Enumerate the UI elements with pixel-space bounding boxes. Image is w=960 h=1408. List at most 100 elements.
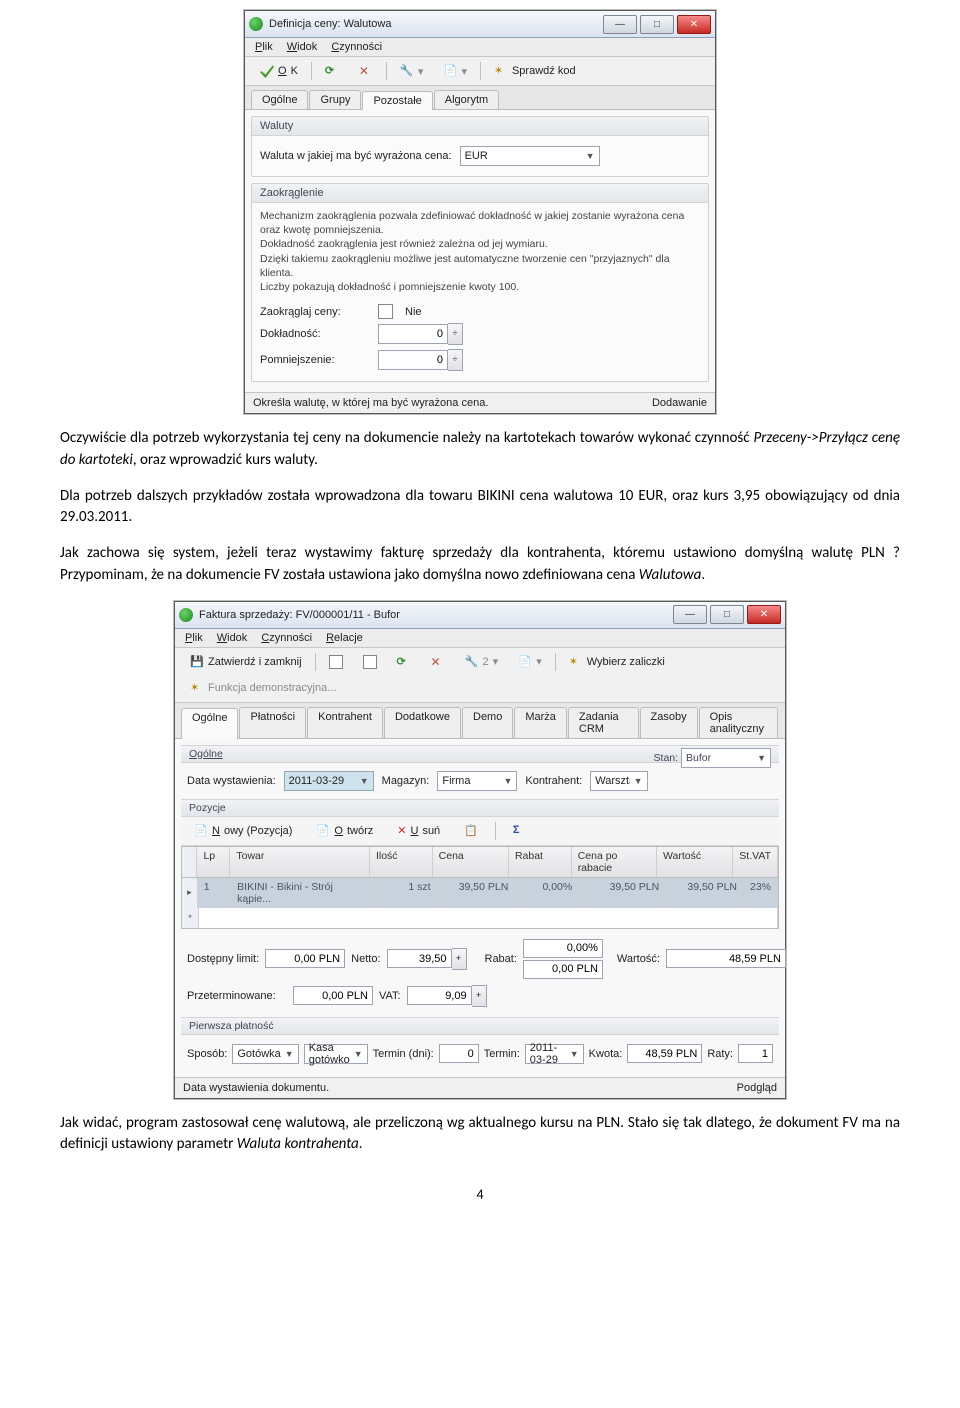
maximize-button[interactable]: □ (710, 605, 744, 624)
cancel-button[interactable] (424, 652, 452, 672)
tab-pozostale[interactable]: Pozostałe (362, 91, 432, 110)
col-ilosc[interactable]: Ilość (370, 847, 433, 877)
raty-label: Raty: (707, 1048, 733, 1060)
termin-label: Termin: (484, 1048, 520, 1060)
menu-plik[interactable]: Plik (185, 632, 203, 644)
close-button[interactable]: ✕ (747, 605, 781, 624)
table-row-new[interactable]: * (182, 908, 778, 928)
warehouse-dropdown[interactable]: Firma▼ (437, 771, 517, 791)
menu-czynnosci[interactable]: Czynności (331, 41, 382, 53)
menu-widok[interactable]: Widok (287, 41, 318, 53)
col-cpr[interactable]: Cena po rabacie (572, 847, 657, 877)
warehouse-label: Magazyn: (382, 775, 430, 787)
sposob-dropdown[interactable]: Gotówka▼ (232, 1044, 298, 1064)
tab-algorytm[interactable]: Algorytm (434, 90, 499, 109)
status-text: Określa walutę, w której ma być wyrażona… (253, 397, 488, 409)
netto-spinner[interactable]: + (387, 948, 467, 970)
tab-platnosci[interactable]: Płatności (239, 707, 306, 738)
rabat-pct[interactable] (523, 939, 603, 958)
vat-spinner[interactable]: + (407, 985, 487, 1007)
state-dropdown[interactable]: Bufor▼ (681, 748, 771, 768)
wrench-icon (465, 655, 479, 669)
sum-button[interactable] (506, 821, 534, 841)
new-position-button[interactable]: Nowy (Pozycja) (187, 821, 299, 841)
rabat-amount[interactable] (523, 960, 603, 979)
wartosc-label: Wartość: (617, 953, 660, 965)
decrease-label: Pomniejszenie: (260, 354, 370, 366)
menu-relacje[interactable]: Relacje (326, 632, 363, 644)
col-wartosc[interactable]: Wartość (657, 847, 733, 877)
tab-ogolne[interactable]: Ogólne (181, 708, 238, 739)
paragraph: Jak widać, program zastosował cenę walut… (60, 1113, 900, 1157)
overdue-field (293, 986, 373, 1005)
doc-icon (194, 824, 208, 838)
tab-zadania[interactable]: Zadania CRM (568, 707, 639, 738)
history-button[interactable]: 📋 (457, 821, 485, 840)
date-dropdown[interactable]: 2011-03-29▼ (284, 771, 374, 791)
check-icon (260, 64, 274, 78)
status-mode: Dodawanie (652, 397, 707, 409)
close-button[interactable]: ✕ (677, 15, 711, 34)
col-cena[interactable]: Cena (433, 847, 509, 877)
refresh-button[interactable] (318, 61, 346, 81)
icon-button[interactable] (356, 652, 384, 672)
window-title: Definicja ceny: Walutowa (269, 18, 603, 30)
tools-button[interactable]: 2▾ (458, 652, 506, 672)
col-stvat[interactable]: St.VAT (733, 847, 778, 877)
select-advances-button[interactable]: Wybierz zaliczki (562, 652, 672, 672)
tab-grupy[interactable]: Grupy (309, 90, 361, 109)
refresh-button[interactable] (390, 652, 418, 672)
minimize-button[interactable]: — (603, 15, 637, 34)
table-row[interactable]: ▸ 1 BIKINI - Bikini - Strój kąpie... 1 s… (182, 878, 778, 908)
icon-button[interactable] (322, 652, 350, 672)
col-towar[interactable]: Towar (230, 847, 370, 877)
page-number: 4 (60, 1186, 900, 1203)
toolbar: OK ▾ ▾ Sprawdź kod (245, 57, 715, 86)
refresh-icon (325, 64, 339, 78)
col-lp[interactable]: Lp (197, 847, 230, 877)
maximize-button[interactable]: □ (640, 15, 674, 34)
sigma-icon (513, 824, 527, 838)
col-rabat[interactable]: Rabat (509, 847, 572, 877)
tab-demo[interactable]: Demo (462, 707, 513, 738)
section-ogolne: Ogólne Stan: Bufor▼ (181, 745, 779, 763)
decrease-spinner[interactable]: ÷ (378, 349, 463, 371)
titlebar: Faktura sprzedaży: FV/000001/11 - Bufor … (175, 602, 785, 629)
termindni-label: Termin (dni): (373, 1048, 434, 1060)
delete-button[interactable]: ✕ Usuń (390, 821, 447, 840)
kwota-field[interactable] (627, 1044, 702, 1063)
app-icon (249, 17, 263, 31)
tab-zasoby[interactable]: Zasoby (640, 707, 698, 738)
group-header: Waluty (252, 117, 708, 136)
contractor-dropdown[interactable]: Warsztat Samochodowy DRYNDA Wiesław Golu… (590, 771, 647, 791)
menu-widok[interactable]: Widok (217, 632, 248, 644)
doc-button[interactable]: ▾ (511, 652, 549, 672)
confirm-close-button[interactable]: Zatwierdź i zamknij (183, 652, 309, 672)
wand-icon (569, 655, 583, 669)
kasa-dropdown[interactable]: Kasa gotówko▼ (304, 1044, 368, 1064)
tab-ogolne[interactable]: Ogólne (251, 90, 308, 109)
paragraph: Jak zachowa się system, jeżeli teraz wys… (60, 543, 900, 587)
termin-dropdown[interactable]: 2011-03-29▼ (525, 1044, 584, 1064)
tab-kontrahent[interactable]: Kontrahent (307, 707, 383, 738)
precision-spinner[interactable]: ÷ (378, 323, 463, 345)
menu-plik[interactable]: PPliklik (255, 41, 273, 53)
menu-czynnosci[interactable]: Czynności (261, 632, 312, 644)
termindni-field[interactable] (439, 1044, 479, 1063)
doc-button[interactable]: ▾ (436, 61, 474, 81)
open-button[interactable]: Otwórz (309, 821, 380, 841)
check-code-button[interactable]: Sprawdź kod (487, 61, 583, 81)
tab-dodatkowe[interactable]: Dodatkowe (384, 707, 461, 738)
minimize-button[interactable]: — (673, 605, 707, 624)
currency-dropdown[interactable]: EUR▼ (460, 146, 600, 166)
contractor-label: Kontrahent: (525, 775, 582, 787)
tools-button[interactable]: ▾ (393, 61, 431, 81)
raty-field[interactable] (738, 1044, 773, 1063)
demo-function-button[interactable]: Funkcja demonstracyjna... (183, 678, 343, 698)
ok-button[interactable]: OK (253, 61, 305, 81)
round-checkbox[interactable] (378, 304, 393, 319)
cancel-button[interactable] (352, 61, 380, 81)
tab-marza[interactable]: Marża (514, 707, 567, 738)
limit-label: Dostępny limit: (187, 953, 259, 965)
tab-opis[interactable]: Opis analityczny (699, 707, 778, 738)
